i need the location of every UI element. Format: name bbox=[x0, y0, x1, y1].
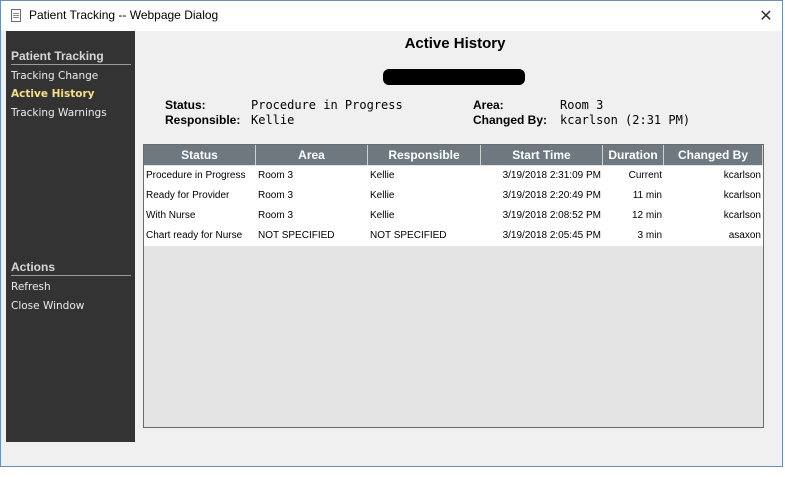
cell-changed-by: kcarlson bbox=[723, 210, 761, 221]
sidebar-item-close-window[interactable]: Close Window bbox=[11, 300, 84, 312]
cell-duration: 3 min bbox=[637, 230, 662, 241]
page-icon bbox=[11, 9, 21, 22]
sidebar: Patient Tracking Tracking Change Active … bbox=[6, 31, 135, 442]
close-icon[interactable]: ✕ bbox=[754, 4, 778, 28]
table-header: Status Area Responsible Start Time Durat… bbox=[144, 145, 763, 165]
column-header-changed-by[interactable]: Changed By bbox=[664, 145, 763, 165]
changed-by-value: kcarlson (2:31 PM) bbox=[560, 113, 691, 127]
cell-start-time: 3/19/2018 2:08:52 PM bbox=[502, 210, 601, 221]
cell-area: NOT SPECIFIED bbox=[258, 230, 335, 241]
cell-responsible: Kellie bbox=[370, 190, 395, 201]
redacted-patient-name bbox=[383, 69, 525, 85]
sidebar-item-tracking-warnings[interactable]: Tracking Warnings bbox=[11, 107, 107, 119]
cell-status: Procedure in Progress bbox=[146, 170, 246, 181]
sidebar-heading-actions: Actions bbox=[11, 260, 131, 276]
cell-status: With Nurse bbox=[146, 210, 196, 221]
cell-responsible: Kellie bbox=[370, 210, 395, 221]
cell-status: Chart ready for Nurse bbox=[146, 230, 243, 241]
cell-duration: 11 min bbox=[632, 190, 662, 201]
history-table: Status Area Responsible Start Time Durat… bbox=[143, 144, 764, 428]
cell-start-time: 3/19/2018 2:31:09 PM bbox=[502, 170, 601, 181]
cell-start-time: 3/19/2018 2:05:45 PM bbox=[502, 230, 601, 241]
cell-area: Room 3 bbox=[258, 170, 294, 181]
table-row[interactable]: Ready for Provider Room 3 Kellie 3/19/20… bbox=[144, 186, 763, 206]
table-row[interactable]: Procedure in Progress Room 3 Kellie 3/19… bbox=[144, 166, 763, 186]
cell-area: Room 3 bbox=[258, 190, 294, 201]
table-row[interactable]: With Nurse Room 3 Kellie 3/19/2018 2:08:… bbox=[144, 206, 763, 226]
column-header-responsible[interactable]: Responsible bbox=[368, 145, 481, 165]
cell-changed-by: kcarlson bbox=[723, 190, 761, 201]
page-title: Active History bbox=[404, 35, 506, 52]
cell-responsible: Kellie bbox=[370, 170, 395, 181]
cell-status: Ready for Provider bbox=[146, 190, 230, 201]
cell-duration: 12 min bbox=[631, 210, 662, 221]
responsible-label: Responsible: bbox=[165, 113, 241, 127]
column-header-duration[interactable]: Duration bbox=[603, 145, 664, 165]
status-label: Status: bbox=[165, 98, 206, 112]
status-value: Procedure in Progress bbox=[251, 98, 403, 112]
column-header-status[interactable]: Status bbox=[144, 145, 256, 165]
sidebar-item-tracking-change[interactable]: Tracking Change bbox=[11, 70, 98, 82]
column-header-area[interactable]: Area bbox=[256, 145, 368, 165]
cell-responsible: NOT SPECIFIED bbox=[370, 230, 447, 241]
window-title: Patient Tracking -- Webpage Dialog bbox=[29, 8, 219, 22]
area-value: Room 3 bbox=[560, 98, 604, 112]
cell-changed-by: asaxon bbox=[728, 230, 761, 241]
cell-start-time: 3/19/2018 2:20:49 PM bbox=[502, 190, 601, 201]
sidebar-item-active-history[interactable]: Active History bbox=[11, 88, 94, 100]
table-row[interactable]: Chart ready for Nurse NOT SPECIFIED NOT … bbox=[144, 226, 763, 246]
cell-area: Room 3 bbox=[258, 210, 294, 221]
responsible-value: Kellie bbox=[251, 113, 295, 127]
title-bar: Patient Tracking -- Webpage Dialog ✕ bbox=[1, 1, 782, 31]
main-panel: Active History Status: Procedure in Prog… bbox=[135, 31, 779, 442]
changed-by-label: Changed By: bbox=[473, 113, 548, 127]
dialog-window: Patient Tracking -- Webpage Dialog ✕ Pat… bbox=[0, 0, 783, 467]
cell-changed-by: kcarlson bbox=[723, 170, 761, 181]
column-header-start-time[interactable]: Start Time bbox=[481, 145, 603, 165]
area-label: Area: bbox=[473, 98, 504, 112]
cell-duration: Current bbox=[628, 170, 662, 181]
sidebar-item-refresh[interactable]: Refresh bbox=[11, 281, 51, 293]
sidebar-heading-patient-tracking: Patient Tracking bbox=[11, 49, 131, 65]
